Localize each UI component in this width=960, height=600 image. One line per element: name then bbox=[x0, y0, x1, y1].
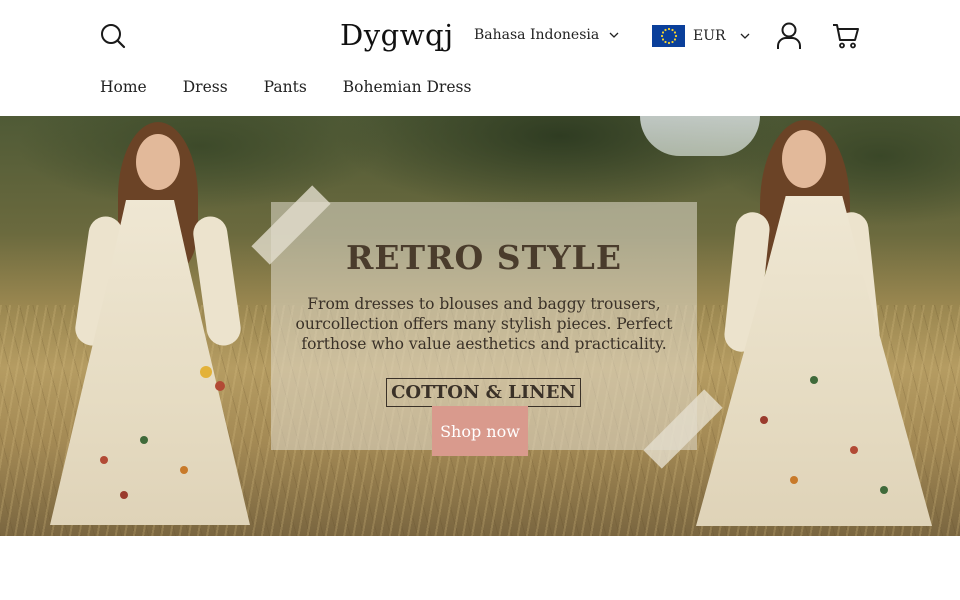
account-button[interactable] bbox=[774, 20, 804, 52]
nav-item-bohemian-dress[interactable]: Bohemian Dress bbox=[343, 78, 472, 96]
hero-model-left bbox=[40, 116, 270, 536]
currency-selector[interactable]: EUR bbox=[652, 25, 750, 47]
cart-icon bbox=[833, 24, 859, 49]
nav-item-dress[interactable]: Dress bbox=[183, 78, 228, 96]
hero-model-right bbox=[690, 116, 940, 536]
site-logo[interactable]: Dygwqj bbox=[340, 18, 454, 52]
main-nav: Home Dress Pants Bohemian Dress bbox=[100, 78, 471, 96]
language-label: Bahasa Indonesia bbox=[474, 27, 600, 43]
search-icon bbox=[101, 24, 126, 49]
nav-item-pants[interactable]: Pants bbox=[264, 78, 307, 96]
site-header: Dygwqj Bahasa Indonesia EUR Home Dress P… bbox=[0, 0, 960, 116]
chevron-down-icon bbox=[609, 32, 619, 38]
nav-item-home[interactable]: Home bbox=[100, 78, 147, 96]
search-button[interactable] bbox=[98, 21, 128, 51]
user-icon bbox=[777, 22, 801, 49]
currency-label: EUR bbox=[693, 28, 726, 44]
eu-flag-icon bbox=[652, 25, 685, 47]
cart-button[interactable] bbox=[830, 20, 862, 52]
language-selector[interactable]: Bahasa Indonesia bbox=[474, 27, 619, 43]
chevron-down-icon bbox=[740, 33, 750, 39]
hero-description: From dresses to blouses and baggy trouse… bbox=[295, 295, 673, 353]
material-badge: COTTON & LINEN bbox=[386, 378, 581, 407]
hero-title: RETRO STYLE bbox=[345, 238, 623, 277]
hero-banner: RETRO STYLE From dresses to blouses and … bbox=[0, 116, 960, 536]
shop-now-button[interactable]: Shop now bbox=[432, 406, 528, 456]
